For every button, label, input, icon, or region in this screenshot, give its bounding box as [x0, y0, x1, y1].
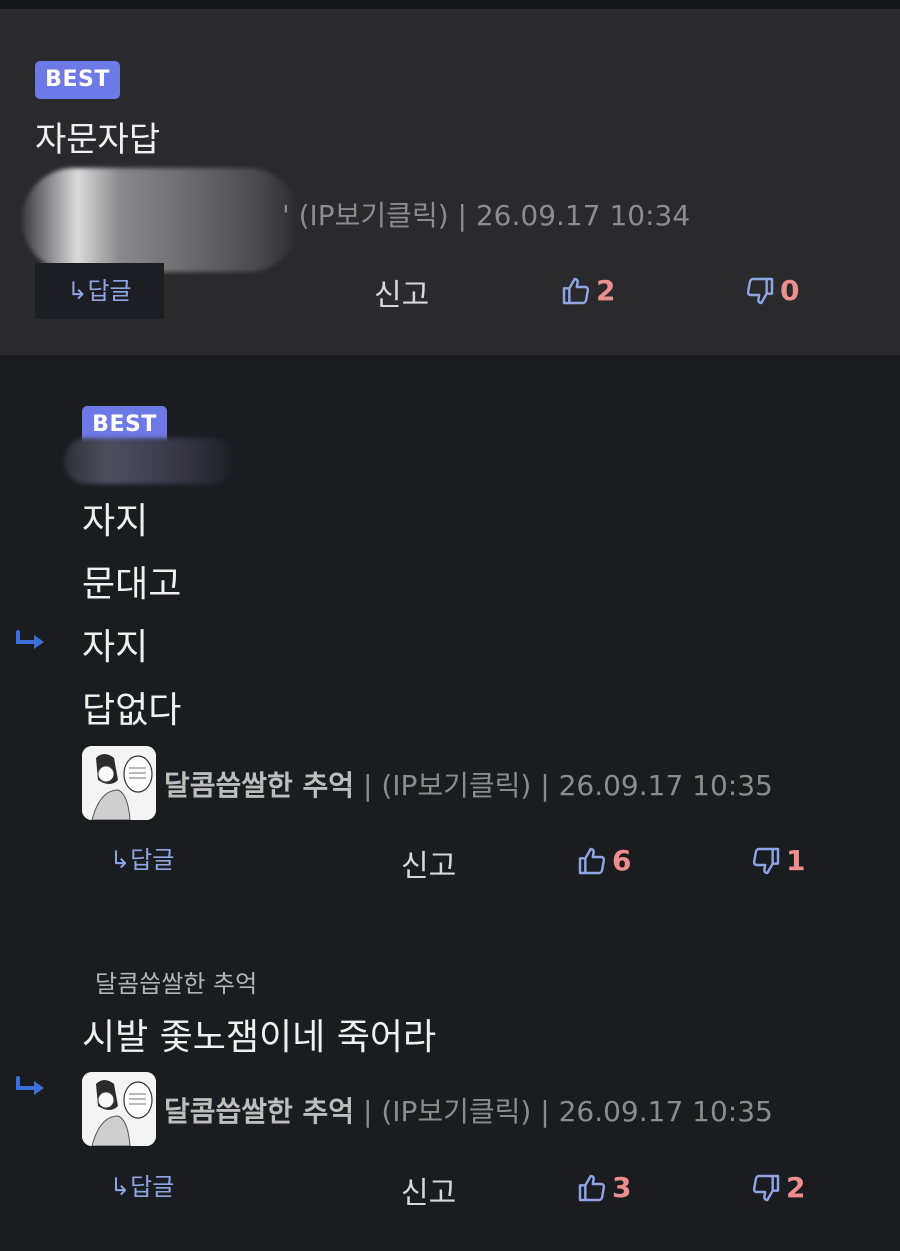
comment-meta: 달콤씁쌀한 추억 | (IP보기클릭) | 26.09.17 10:35	[164, 764, 773, 804]
author-name[interactable]: 달콤씁쌀한 추억	[164, 769, 354, 802]
avatar[interactable]	[82, 1072, 156, 1146]
top-divider	[0, 0, 900, 10]
report-button[interactable]: 신고	[401, 1168, 456, 1212]
thumbs-down-icon	[752, 1174, 780, 1201]
dislike-count: 1	[786, 844, 806, 877]
like-count: 2	[596, 274, 616, 307]
like-button[interactable]: 3	[576, 1171, 631, 1204]
report-button[interactable]: 신고	[374, 270, 429, 314]
like-button[interactable]: 2	[560, 274, 615, 307]
ip-timestamp: | (IP보기클릭) | 26.09.17 10:35	[354, 1095, 773, 1128]
ip-timestamp: | (IP보기클릭) | 26.09.17 10:35	[354, 769, 773, 802]
reply-button[interactable]: ↳답글	[35, 263, 164, 319]
dislike-button[interactable]: 0	[744, 274, 799, 307]
dislike-count: 0	[780, 274, 800, 307]
comment-reply: 달콤씁쌀한 추억 시발 좇노잼이네 죽어라 달콤씁쌀한 추억 | (IP보기클릭…	[0, 924, 900, 1251]
thumbs-up-icon	[578, 847, 606, 874]
comment-meta: ' (IP보기클릭) | 26.09.17 10:34	[282, 199, 691, 232]
author-name[interactable]: 달콤씁쌀한 추억	[164, 1095, 354, 1128]
dislike-button[interactable]: 2	[750, 1171, 805, 1204]
reply-button[interactable]: ↳답글	[110, 1167, 174, 1207]
thumbs-up-icon	[578, 1174, 606, 1201]
comment-meta: 달콤씁쌀한 추억 | (IP보기클릭) | 26.09.17 10:35	[164, 1090, 773, 1130]
thumbs-down-icon	[746, 277, 774, 304]
avatar[interactable]	[82, 746, 156, 820]
report-button[interactable]: 신고	[401, 841, 456, 885]
comment-best-2: BEST 자지 문대고 자지 답없다 달콤씁쌀한 추억 | (IP보기클릭) |…	[0, 356, 900, 924]
blurred-parent-author	[64, 438, 236, 484]
like-count: 6	[612, 844, 632, 877]
reply-arrow-icon	[16, 630, 44, 649]
dislike-button[interactable]: 1	[750, 844, 805, 877]
dislike-count: 2	[786, 1171, 806, 1204]
comment-best-1: BEST 자문자답 ' (IP보기클릭) | 26.09.17 10:34 ↳답…	[0, 10, 900, 355]
best-badge: BEST	[35, 61, 120, 99]
comment-text: 시발 좇노잼이네 죽어라	[82, 1017, 437, 1058]
comment-line: 자지	[82, 501, 149, 542]
parent-author: 달콤씁쌀한 추억	[95, 970, 258, 998]
thumbs-down-icon	[752, 847, 780, 874]
comment-line: 답없다	[82, 690, 182, 731]
comment-line: 자지	[82, 627, 149, 668]
thumbs-up-icon	[562, 277, 590, 304]
comment-line: 문대고	[82, 564, 182, 605]
comment-text: 자문자답	[35, 120, 161, 160]
like-button[interactable]: 6	[576, 844, 631, 877]
reply-button[interactable]: ↳답글	[110, 840, 174, 880]
blurred-author	[22, 168, 300, 272]
reply-arrow-icon	[16, 1076, 44, 1095]
like-count: 3	[612, 1171, 632, 1204]
